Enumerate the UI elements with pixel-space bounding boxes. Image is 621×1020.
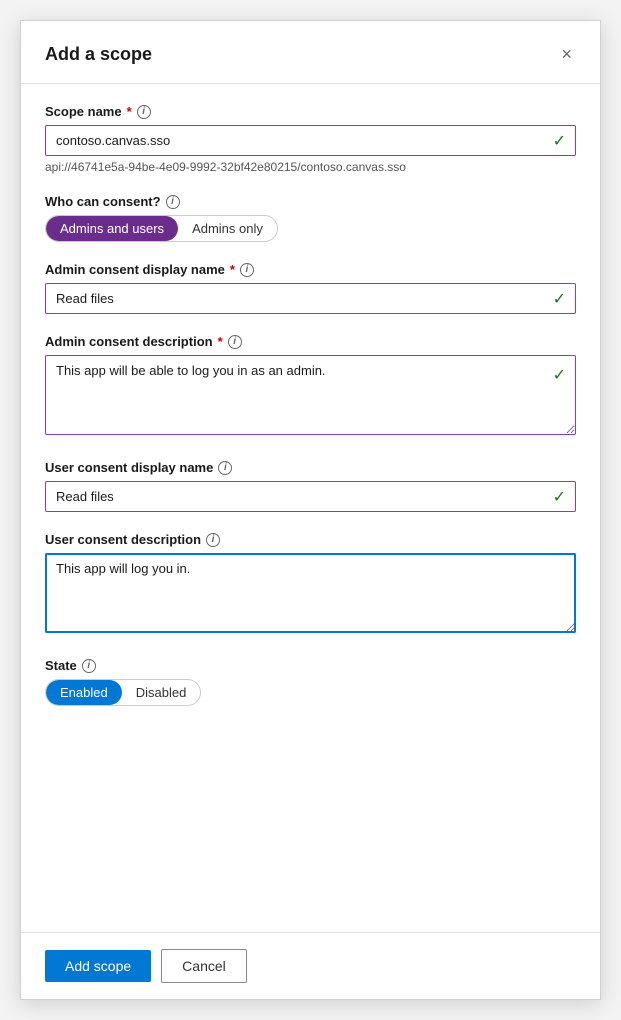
dialog-title: Add a scope [45, 44, 152, 65]
add-scope-button[interactable]: Add scope [45, 950, 151, 982]
user-consent-description-label: User consent description i [45, 532, 576, 547]
user-consent-display-name-field: User consent display name i ✓ [45, 460, 576, 512]
dialog-footer: Add scope Cancel [21, 932, 600, 999]
admin-consent-display-name-input-wrapper: ✓ [45, 283, 576, 314]
user-consent-display-name-input[interactable] [45, 481, 576, 512]
user-consent-description-input[interactable]: This app will log you in. [45, 553, 576, 633]
user-consent-description-info-icon[interactable]: i [206, 533, 220, 547]
required-indicator: * [230, 262, 235, 277]
dialog-body: Scope name * i ✓ api://46741e5a-94be-4e0… [21, 84, 600, 932]
admins-only-option[interactable]: Admins only [178, 216, 277, 241]
scope-name-input[interactable] [45, 125, 576, 156]
cancel-button[interactable]: Cancel [161, 949, 247, 983]
admin-consent-description-input[interactable]: This app will be able to log you in as a… [45, 355, 576, 435]
close-button[interactable]: × [557, 41, 576, 67]
state-label: State i [45, 658, 576, 673]
scope-name-check-icon: ✓ [553, 131, 566, 151]
required-indicator: * [127, 104, 132, 119]
user-consent-description-field: User consent description i This app will… [45, 532, 576, 638]
required-indicator: * [218, 334, 223, 349]
dialog-header: Add a scope × [21, 21, 600, 84]
who-can-consent-info-icon[interactable]: i [166, 195, 180, 209]
admin-consent-display-name-field: Admin consent display name * i ✓ [45, 262, 576, 314]
scope-name-field: Scope name * i ✓ api://46741e5a-94be-4e0… [45, 104, 576, 174]
admins-and-users-option[interactable]: Admins and users [46, 216, 178, 241]
user-consent-display-name-check-icon: ✓ [553, 487, 566, 507]
state-field: State i Enabled Disabled [45, 658, 576, 706]
admin-consent-description-check-icon: ✓ [553, 365, 566, 385]
admin-consent-description-wrapper: This app will be able to log you in as a… [45, 355, 576, 440]
scope-api-uri: api://46741e5a-94be-4e09-9992-32bf42e802… [45, 160, 576, 174]
user-consent-description-wrapper: This app will log you in. [45, 553, 576, 638]
admin-consent-description-field: Admin consent description * i This app w… [45, 334, 576, 440]
who-can-consent-toggle: Admins and users Admins only [45, 215, 278, 242]
admin-consent-description-label: Admin consent description * i [45, 334, 576, 349]
state-info-icon[interactable]: i [82, 659, 96, 673]
user-consent-display-name-info-icon[interactable]: i [218, 461, 232, 475]
add-scope-dialog: Add a scope × Scope name * i ✓ api://467… [20, 20, 601, 1000]
admin-consent-display-name-input[interactable] [45, 283, 576, 314]
enabled-option[interactable]: Enabled [46, 680, 122, 705]
scope-name-info-icon[interactable]: i [137, 105, 151, 119]
user-consent-display-name-input-wrapper: ✓ [45, 481, 576, 512]
scope-name-input-wrapper: ✓ [45, 125, 576, 156]
who-can-consent-label: Who can consent? i [45, 194, 576, 209]
user-consent-display-name-label: User consent display name i [45, 460, 576, 475]
state-toggle: Enabled Disabled [45, 679, 201, 706]
admin-consent-display-name-check-icon: ✓ [553, 289, 566, 309]
disabled-option[interactable]: Disabled [122, 680, 201, 705]
admin-consent-display-name-label: Admin consent display name * i [45, 262, 576, 277]
who-can-consent-field: Who can consent? i Admins and users Admi… [45, 194, 576, 242]
scope-name-label: Scope name * i [45, 104, 576, 119]
admin-consent-display-name-info-icon[interactable]: i [240, 263, 254, 277]
admin-consent-description-info-icon[interactable]: i [228, 335, 242, 349]
